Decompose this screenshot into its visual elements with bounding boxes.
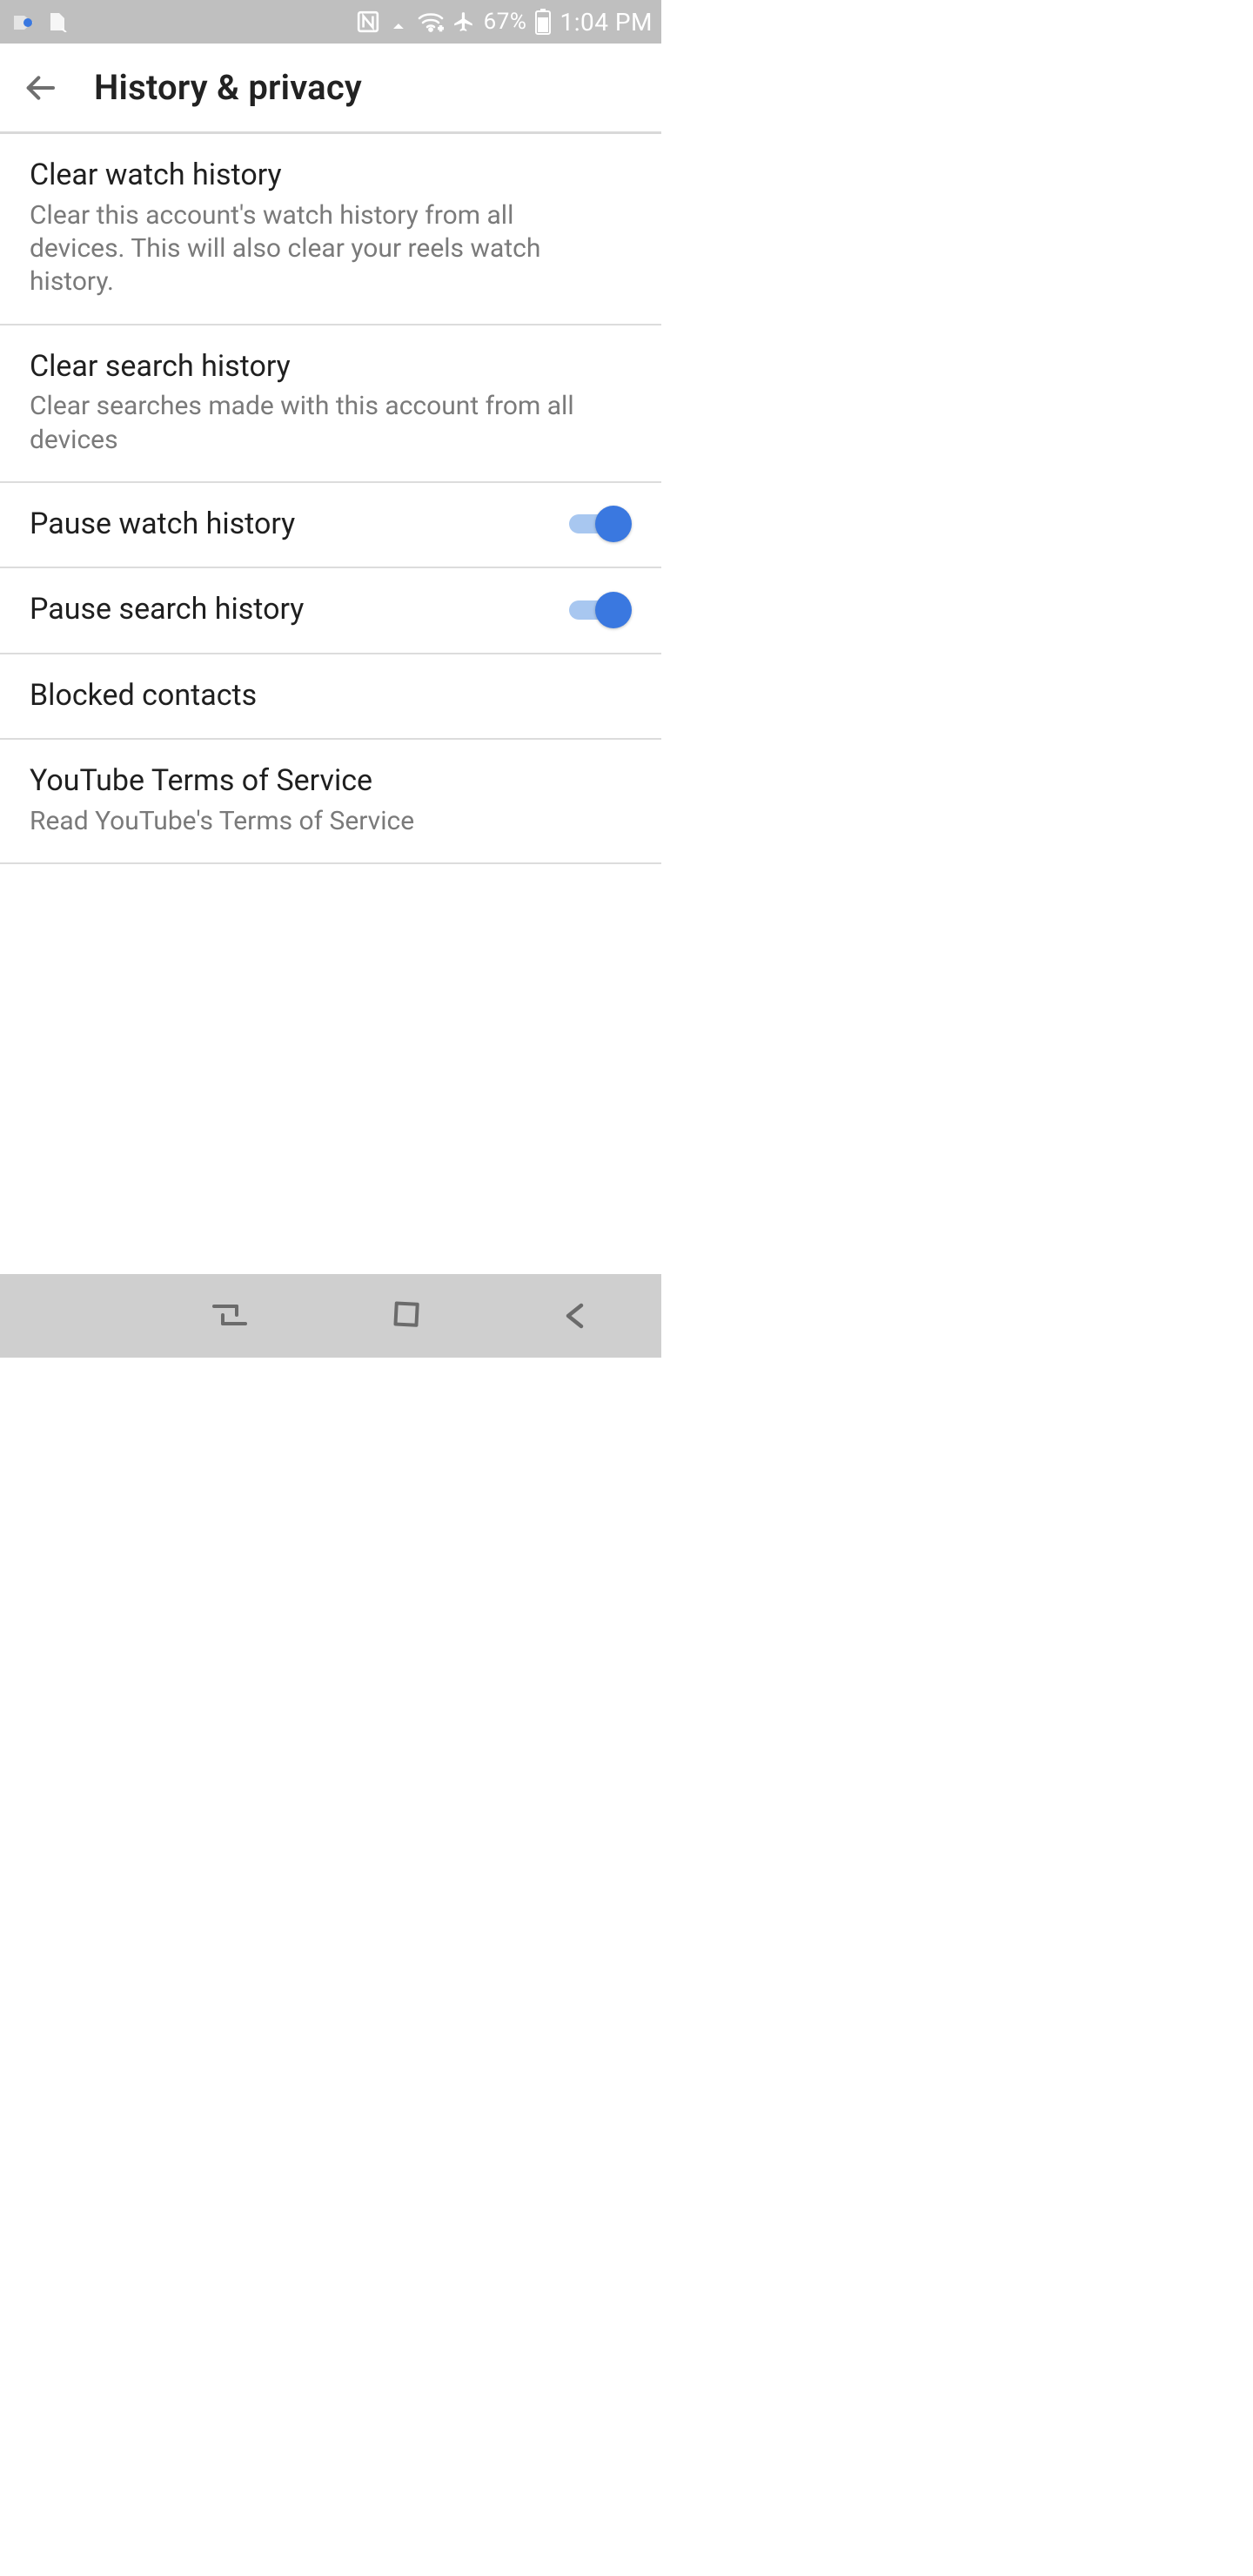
- switch-thumb: [595, 506, 632, 542]
- item-title: Pause watch history: [30, 506, 552, 543]
- status-left: [12, 11, 68, 32]
- item-subtitle: Read YouTube's Terms of Service: [30, 805, 614, 838]
- switch-thumb: [595, 592, 632, 628]
- app-bar: History & privacy: [0, 44, 661, 134]
- tag-icon: [12, 12, 38, 31]
- item-youtube-tos[interactable]: YouTube Terms of Service Read YouTube's …: [0, 740, 661, 864]
- pause-watch-history-toggle[interactable]: [569, 506, 632, 542]
- item-clear-search-history[interactable]: Clear search history Clear searches made…: [0, 325, 661, 483]
- page-title: History & privacy: [94, 67, 362, 108]
- wifi-icon: +: [418, 11, 444, 32]
- item-title: Pause search history: [30, 591, 552, 628]
- item-title: Clear watch history: [30, 157, 614, 194]
- pause-search-history-toggle[interactable]: [569, 592, 632, 628]
- airplane-icon: [452, 10, 475, 33]
- back-button[interactable]: [16, 64, 64, 112]
- item-subtitle: Clear this account's watch history from …: [30, 199, 614, 299]
- screen: + 67% 1:04 PM History & privacy Clear wa…: [0, 0, 661, 1358]
- arrow-left-icon: [23, 70, 57, 105]
- sim-icon: [47, 11, 68, 32]
- item-clear-watch-history[interactable]: Clear watch history Clear this account's…: [0, 134, 661, 325]
- system-nav-bar: [0, 1274, 661, 1358]
- battery-percent: 67%: [484, 9, 527, 35]
- item-title: Clear search history: [30, 348, 614, 386]
- status-right: + 67% 1:04 PM: [357, 8, 653, 37]
- recents-button[interactable]: [211, 1301, 249, 1331]
- item-pause-watch-history[interactable]: Pause watch history: [0, 483, 661, 569]
- back-nav-button[interactable]: [560, 1300, 592, 1332]
- mute-icon: [388, 11, 409, 32]
- nfc-icon: [357, 10, 379, 33]
- item-title: YouTube Terms of Service: [30, 762, 614, 800]
- status-bar: + 67% 1:04 PM: [0, 0, 661, 44]
- item-subtitle: Clear searches made with this account fr…: [30, 390, 614, 457]
- item-title: Blocked contacts: [30, 677, 614, 714]
- battery-icon: [535, 9, 551, 35]
- status-clock: 1:04 PM: [559, 8, 653, 37]
- settings-list: Clear watch history Clear this account's…: [0, 134, 661, 1274]
- home-button[interactable]: [389, 1300, 420, 1332]
- item-blocked-contacts[interactable]: Blocked contacts: [0, 654, 661, 741]
- item-pause-search-history[interactable]: Pause search history: [0, 568, 661, 654]
- svg-text:+: +: [439, 25, 443, 32]
